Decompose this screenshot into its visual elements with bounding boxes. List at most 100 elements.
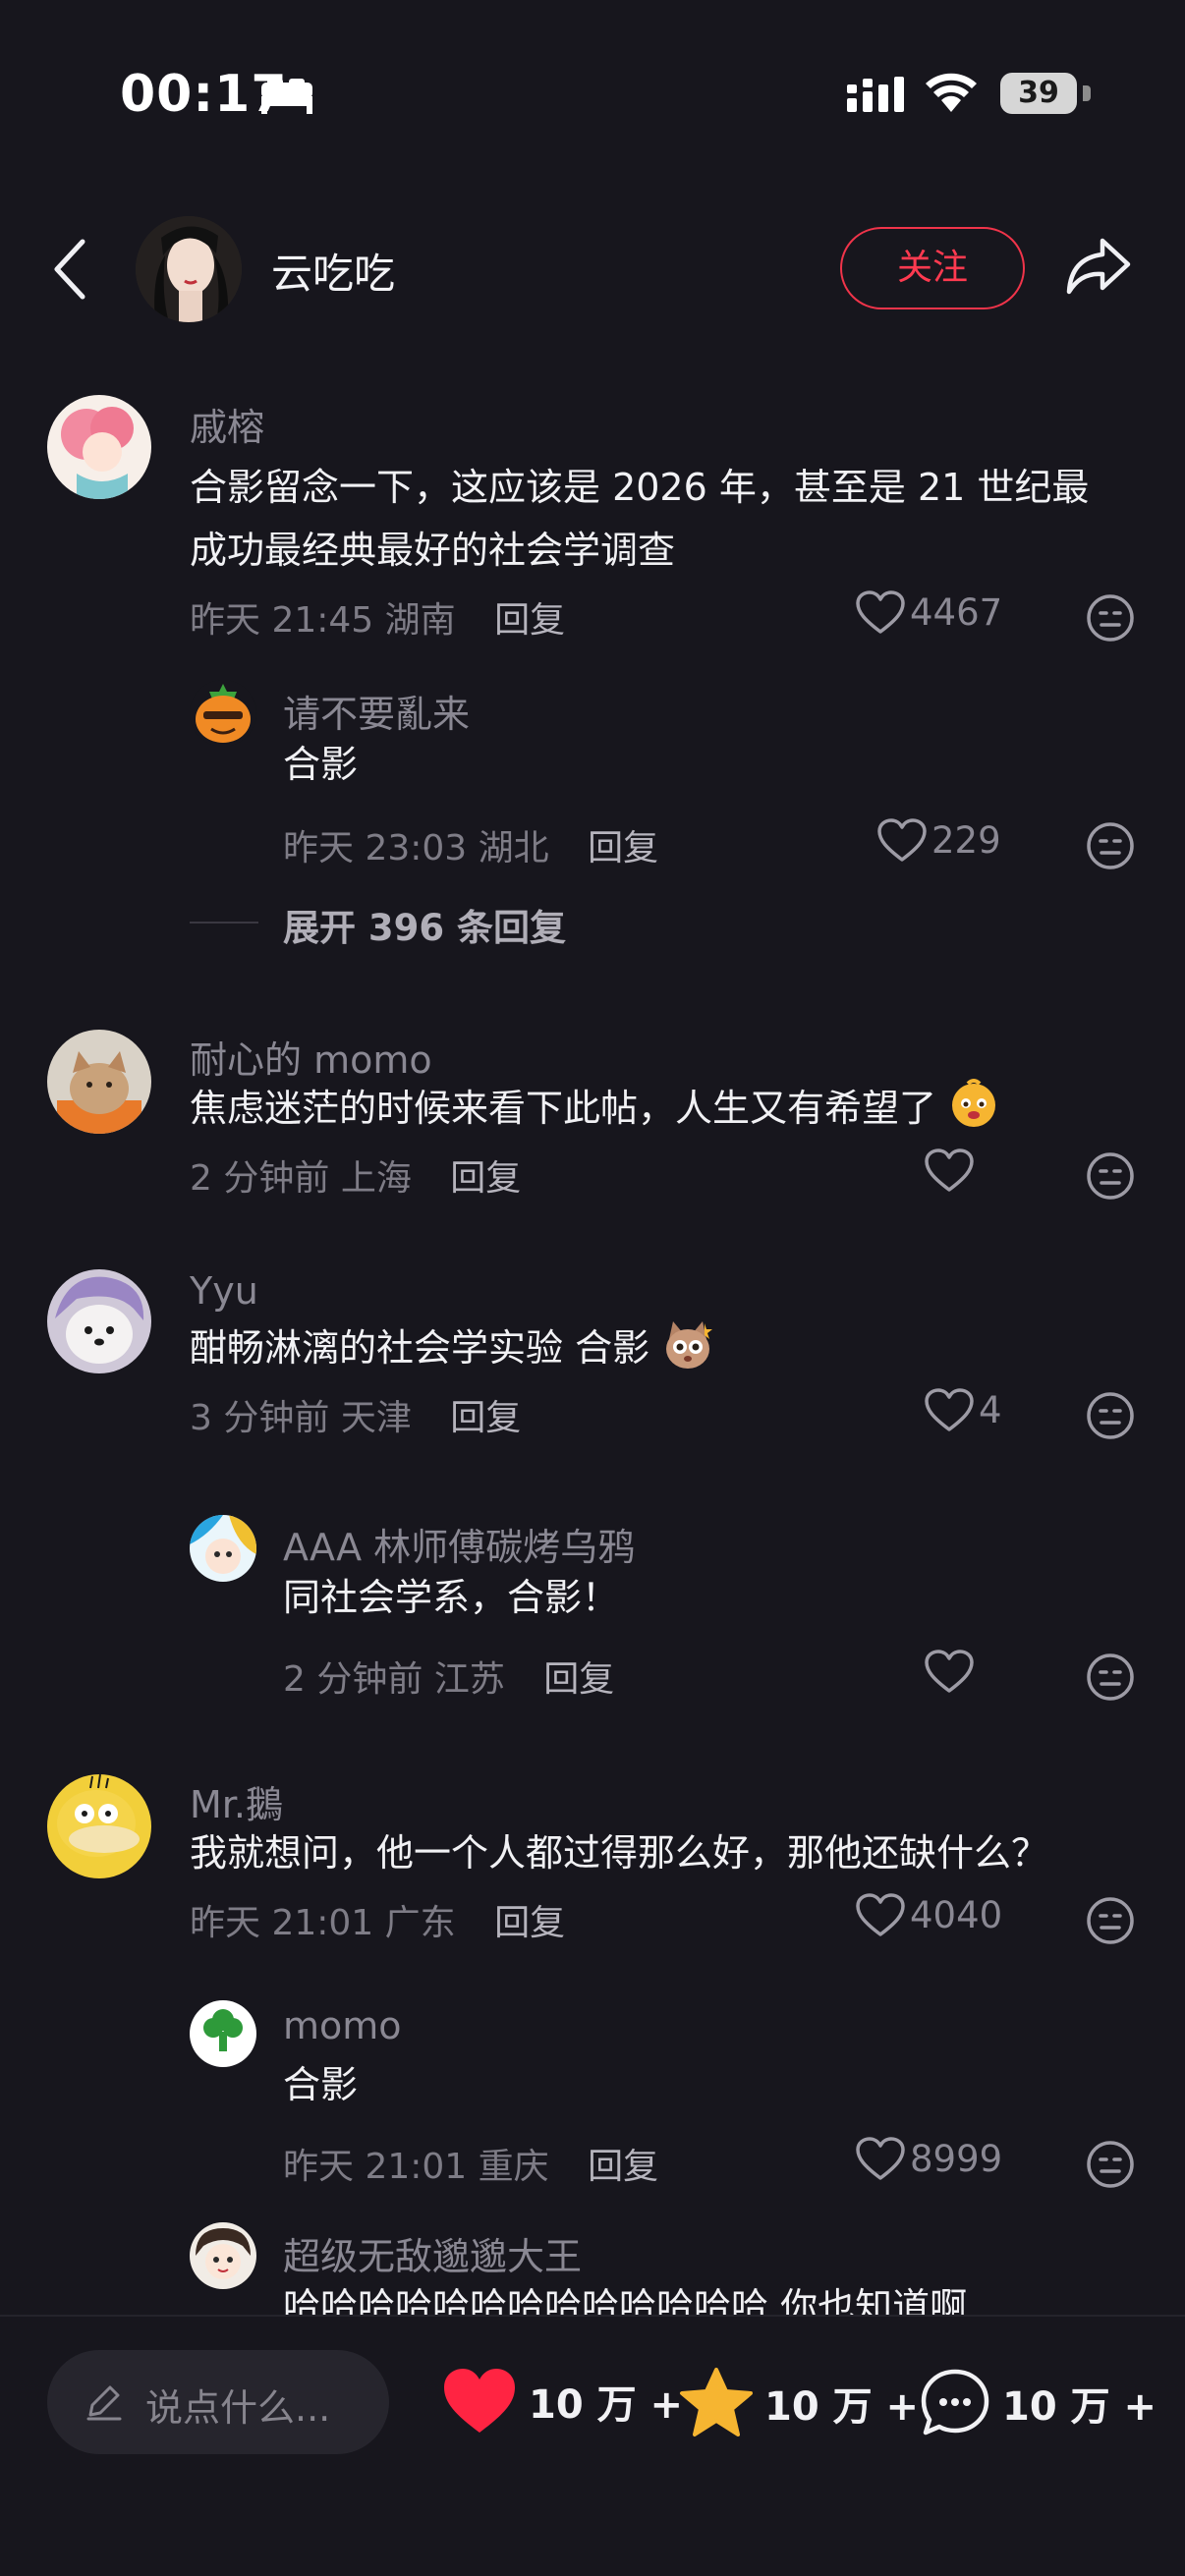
emoji-icon <box>952 1079 996 1127</box>
reply-username[interactable]: AAA 林师傅碳烤乌鸦 <box>283 1517 635 1571</box>
reply-button[interactable]: 回复 <box>450 1158 521 1199</box>
comment-location: 湖南 <box>384 600 456 641</box>
bottom-action-bar: 说点什么... 10 万 + 10 万 + 10 万 + <box>0 2315 1185 2576</box>
reply-meta: 昨天 21:01 重庆 回复 <box>283 2138 658 2189</box>
user-avatar[interactable] <box>47 1269 151 1373</box>
like-button[interactable]: 4 <box>924 1387 1002 1433</box>
neutral-face-icon[interactable] <box>1086 593 1135 643</box>
comment-time: 昨天 21:01 <box>190 1903 374 1943</box>
comment-meta: 3 分钟前 天津 回复 <box>190 1389 521 1440</box>
comment-location: 广东 <box>384 1903 456 1943</box>
comment-list[interactable]: 戚榕 合影留念一下，这应该是 2026 年，甚至是 21 世纪最 成功最经典最好… <box>0 354 1185 2315</box>
star-filled-icon <box>680 2368 753 2436</box>
comment-text: 焦虑迷茫的时候来看下此帖，人生又有希望了 <box>190 1077 999 1140</box>
neutral-face-icon[interactable] <box>1086 1896 1135 1945</box>
reply-time: 2 分钟前 <box>283 1659 423 1700</box>
comment-username[interactable]: Yyu <box>190 1269 258 1313</box>
like-button[interactable]: 4040 <box>855 1892 1002 1938</box>
reply-item: 超级无敌邈邈大王 哈哈哈哈哈哈哈哈哈哈哈哈哈 你也知道啊 <box>0 2201 1185 2315</box>
comment-meta: 昨天 21:45 湖南 回复 <box>190 591 565 643</box>
reply-button[interactable]: 回复 <box>494 1903 565 1943</box>
battery-indicator: 39 <box>1000 73 1091 116</box>
expand-replies-button[interactable]: 展开 396 条回复 <box>283 898 566 951</box>
comment-meta: 昨天 21:01 广东 回复 <box>190 1894 565 1945</box>
comment-input[interactable]: 说点什么... <box>47 2350 389 2454</box>
like-button[interactable] <box>924 1649 979 1695</box>
comment-post-button[interactable]: 10 万 + <box>918 2366 1157 2440</box>
sleep-bed-icon <box>261 79 312 114</box>
reply-text: 合影 <box>283 743 359 786</box>
user-avatar[interactable] <box>47 1774 151 1878</box>
cellular-signal-icon <box>847 77 904 112</box>
comment-username[interactable]: 耐心的 momo <box>190 1030 432 1084</box>
reply-location: 江苏 <box>433 1659 505 1700</box>
comment-location: 天津 <box>340 1398 412 1438</box>
author-name[interactable]: 云吃吃 <box>271 241 395 301</box>
favorite-post-button[interactable]: 10 万 + <box>678 2366 919 2440</box>
heart-outline-icon <box>856 2136 905 2180</box>
comment-text-content: 焦虑迷茫的时候来看下此帖，人生又有希望了 <box>190 1087 937 1130</box>
chat-bubble-icon <box>921 2369 989 2436</box>
like-count: 4040 <box>910 1894 1003 1936</box>
user-avatar[interactable] <box>47 395 151 499</box>
reply-button[interactable]: 回复 <box>588 828 658 868</box>
reply-avatar[interactable] <box>190 1515 256 1582</box>
comment-item: 耐心的 momo 焦虑迷茫的时候来看下此帖，人生又有希望了 2 分钟前 上海 回… <box>0 963 1185 1218</box>
neutral-face-icon[interactable] <box>1086 1151 1135 1201</box>
wifi-icon <box>926 73 977 112</box>
heart-outline-icon <box>856 589 905 634</box>
follow-button[interactable]: 关注 <box>840 227 1025 309</box>
comment-username[interactable]: 戚榕 <box>190 397 264 451</box>
like-count: 4467 <box>910 591 1003 634</box>
reply-avatar[interactable] <box>190 2000 256 2067</box>
post-header: 云吃吃 关注 <box>0 201 1185 339</box>
reply-meta: 2 分钟前 江苏 回复 <box>283 1651 614 1702</box>
reply-location: 湖北 <box>478 828 549 868</box>
reply-button[interactable]: 回复 <box>450 1398 521 1438</box>
neutral-face-icon[interactable] <box>1086 1391 1135 1440</box>
heart-outline-icon <box>877 817 927 862</box>
reply-button[interactable]: 回复 <box>543 1659 614 1700</box>
comment-text-line: 成功最经典最好的社会学调查 <box>190 529 676 572</box>
reply-button[interactable]: 回复 <box>588 2147 658 2187</box>
share-icon[interactable] <box>1063 235 1132 298</box>
like-button[interactable]: 8999 <box>855 2136 1002 2182</box>
pen-icon <box>86 2385 122 2421</box>
favorites-count: 10 万 + <box>764 2384 920 2430</box>
author-avatar[interactable] <box>136 216 242 322</box>
reply-time: 昨天 21:01 <box>283 2147 468 2187</box>
back-icon[interactable] <box>49 236 92 303</box>
comments-count: 10 万 + <box>1002 2384 1157 2430</box>
reply-avatar[interactable] <box>190 680 256 747</box>
heart-outline-icon <box>925 1649 974 1693</box>
heart-filled-icon <box>444 2369 515 2433</box>
comment-username[interactable]: Mr.鵝 <box>190 1774 283 1828</box>
comment-text-content: 酣畅淋漓的社会学实验 合影 <box>190 1326 650 1370</box>
comment-item: 戚榕 合影留念一下，这应该是 2026 年，甚至是 21 世纪最 成功最经典最好… <box>0 354 1185 963</box>
like-button[interactable]: 229 <box>876 817 1001 864</box>
comment-text-line: 合影留念一下，这应该是 2026 年，甚至是 21 世纪最 <box>190 466 1090 509</box>
reply-username[interactable]: momo <box>283 2004 402 2047</box>
reply-avatar[interactable] <box>190 2222 256 2289</box>
neutral-face-icon[interactable] <box>1086 1652 1135 1702</box>
reply-item: AAA 林师傅碳烤乌鸦 同社会学系，合影！ 2 分钟前 江苏 回复 <box>0 1484 1185 1709</box>
comment-time: 2 分钟前 <box>190 1158 330 1199</box>
comment-time: 昨天 21:45 <box>190 600 374 641</box>
like-count: 229 <box>931 819 1001 862</box>
like-count: 4 <box>979 1389 1002 1431</box>
reply-button[interactable]: 回复 <box>494 600 565 641</box>
like-button[interactable]: 4467 <box>855 589 1002 636</box>
expand-divider <box>190 922 258 924</box>
neutral-face-icon[interactable] <box>1086 2140 1135 2189</box>
neutral-face-icon[interactable] <box>1086 821 1135 870</box>
like-post-button[interactable]: 10 万 + <box>440 2366 683 2436</box>
reply-text: 合影 <box>283 2063 359 2106</box>
battery-level: 39 <box>1018 76 1059 110</box>
reply-location: 重庆 <box>478 2147 549 2187</box>
reply-text: 哈哈哈哈哈哈哈哈哈哈哈哈哈 你也知道啊 <box>283 2285 968 2315</box>
reply-username[interactable]: 请不要亂来 <box>283 684 470 738</box>
reply-username[interactable]: 超级无敌邈邈大王 <box>283 2226 582 2280</box>
user-avatar[interactable] <box>47 1030 151 1134</box>
comment-location: 上海 <box>340 1158 412 1199</box>
like-button[interactable] <box>924 1148 979 1194</box>
